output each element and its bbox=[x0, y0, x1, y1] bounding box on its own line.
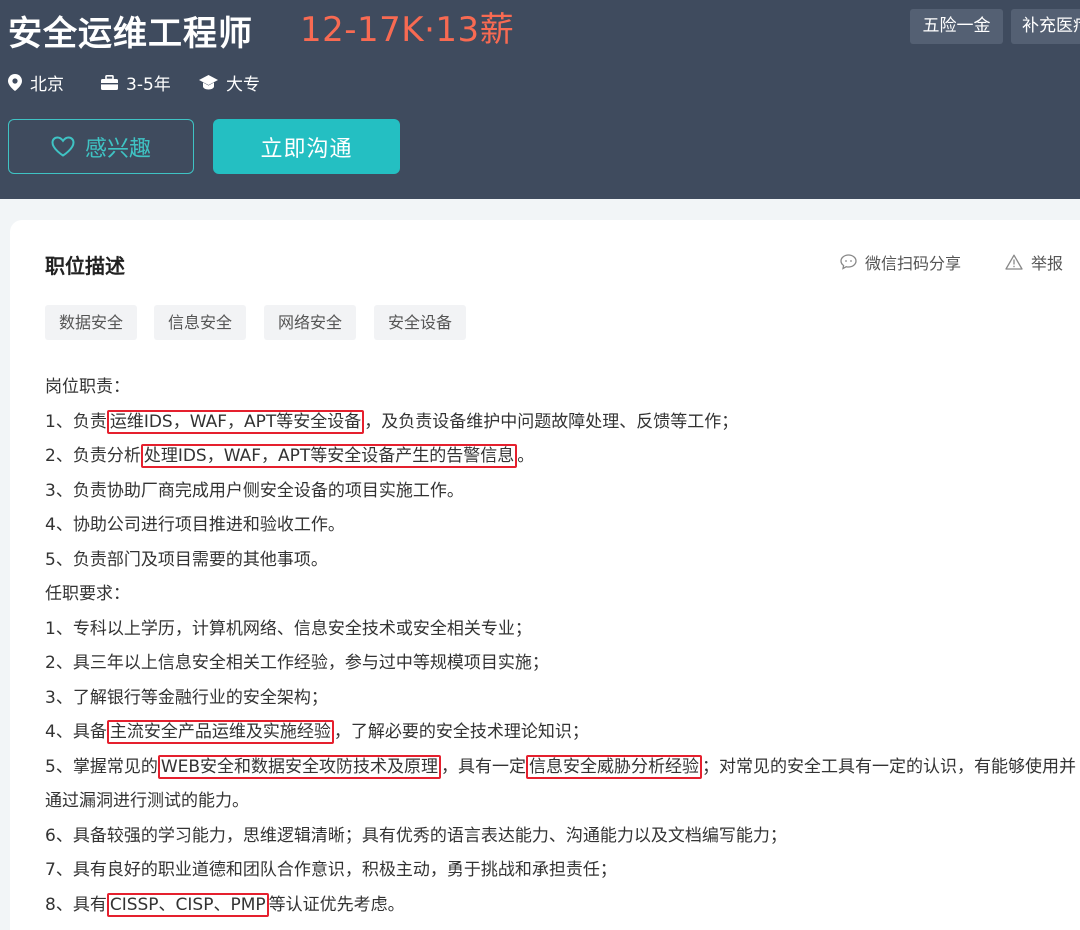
benefit-tag: 五险一金 bbox=[910, 9, 1003, 44]
salary: 12-17K·13薪 bbox=[300, 10, 515, 50]
skill-tag: 网络安全 bbox=[264, 305, 357, 340]
section-title: 职位描述 bbox=[45, 254, 125, 278]
location-label: 北京 bbox=[30, 74, 64, 95]
duty-text: ，及负责设备维护中问题故障处理、反馈等工作； bbox=[364, 411, 739, 432]
requirement-item: 5、掌握常见的 WEB安全和数据安全攻防技术及原理 ，具有一定 信息安全威胁分析经验；… bbox=[45, 750, 1080, 819]
requirement-item: 3、了解银行等金融行业的安全架构； bbox=[45, 687, 328, 708]
benefit-tag: 补充医疗 bbox=[1011, 9, 1080, 44]
highlighted-text: 主流安全产品运维及实施经验 bbox=[106, 720, 334, 744]
job-location: 北京 bbox=[8, 67, 64, 97]
report-link[interactable]: 举报 bbox=[1005, 250, 1063, 274]
report-label: 举报 bbox=[1031, 254, 1064, 273]
education-label: 大专 bbox=[226, 74, 260, 95]
requirement-text: 8、具有 bbox=[45, 894, 107, 915]
graduation-cap-icon bbox=[199, 74, 218, 89]
job-header: 安全运维工程师 12-17K·13薪 五险一金 补充医疗 北京 3-5年 大专 … bbox=[0, 0, 1080, 199]
duty-text: 。 bbox=[517, 446, 535, 466]
duty-text: 1、负责 bbox=[45, 411, 107, 432]
share-label: 微信扫码分享 bbox=[865, 254, 962, 273]
requirement-item: 6、具备较强的学习能力，思维逻辑清晰；具有优秀的语言表达能力、沟通能力以及文档编… bbox=[45, 825, 787, 846]
highlighted-text: 信息安全威胁分析经验 bbox=[526, 754, 703, 779]
requirement-text: ，了解必要的安全技术理论知识； bbox=[333, 722, 589, 742]
requirement-item: 2、具三年以上信息安全相关工作经验，参与过中等规模项目实施； bbox=[45, 653, 549, 673]
job-description-text: 岗位职责： 1、负责 运维IDS，WAF，APT等安全设备 ，及负责设备维护中问题故… bbox=[45, 370, 1080, 922]
interest-button-label: 感兴趣 bbox=[84, 136, 151, 162]
requirement-text: ，具有一定 bbox=[441, 756, 527, 777]
skill-tag: 安全设备 bbox=[374, 305, 467, 340]
location-pin-icon bbox=[8, 73, 22, 91]
briefcase-icon bbox=[101, 74, 118, 90]
requirement-item: 1、专科以上学历，计算机网络、信息安全技术或安全相关专业； bbox=[45, 618, 532, 639]
skill-tag: 数据安全 bbox=[45, 305, 138, 340]
duty-item: 4、协助公司进行项目推进和验收工作。 bbox=[45, 515, 345, 535]
interest-button[interactable]: 感兴趣 bbox=[8, 119, 194, 174]
job-experience: 3-5年 bbox=[101, 67, 171, 97]
warning-icon bbox=[1005, 254, 1023, 270]
wechat-share-link[interactable]: 微信扫码分享 bbox=[840, 250, 961, 274]
requirement-text: 等认证优先考虑。 bbox=[268, 894, 405, 915]
experience-label: 3-5年 bbox=[126, 74, 171, 95]
duties-heading: 岗位职责： bbox=[45, 377, 130, 397]
requirement-item: 8、具有 CISSP、CISP、PMP 等认证优先考虑。 bbox=[45, 888, 1080, 923]
duty-item: 3、负责协助厂商完成用户侧安全设备的项目实施工作。 bbox=[45, 480, 464, 501]
duty-item: 1、负责 运维IDS，WAF，APT等安全设备 ，及负责设备维护中问题故障处理、反馈… bbox=[45, 405, 1080, 440]
requirement-item: 7、具有良好的职业道德和团队合作意识，积极主动，勇于挑战和承担责任； bbox=[45, 860, 617, 880]
requirement-text: 5、掌握常见的 bbox=[45, 756, 158, 777]
skill-tag: 信息安全 bbox=[154, 305, 247, 340]
requirement-item: 4、具备 主流安全产品运维及实施经验 ，了解必要的安全技术理论知识； bbox=[45, 715, 1080, 750]
requirement-text: 4、具备 bbox=[45, 722, 107, 742]
chat-bubble-icon bbox=[840, 254, 857, 270]
job-education: 大专 bbox=[199, 67, 260, 97]
duty-item: 2、负责分析 处理IDS，WAF，APT等安全设备产生的告警信息。 bbox=[45, 439, 1080, 474]
job-description-card: 职位描述 微信扫码分享 举报 数据安全 信息安全 网络安全 安全设备 岗位职责：… bbox=[10, 220, 1080, 930]
highlighted-text: CISSP、CISP、PMP bbox=[106, 892, 269, 917]
highlighted-text: 运维IDS，WAF，APT等安全设备 bbox=[106, 409, 365, 434]
job-title: 安全运维工程师 bbox=[8, 14, 253, 54]
chat-now-button[interactable]: 立即沟通 bbox=[213, 119, 400, 174]
requirements-heading: 任职要求： bbox=[45, 584, 130, 604]
duty-text: 2、负责分析 bbox=[45, 446, 141, 466]
heart-icon bbox=[51, 136, 75, 157]
highlighted-text: WEB安全和数据安全攻防技术及原理 bbox=[157, 754, 442, 779]
highlighted-text: 处理IDS，WAF，APT等安全设备产生的告警信息 bbox=[140, 444, 518, 468]
duty-item: 5、负责部门及项目需要的其他事项。 bbox=[45, 549, 328, 570]
